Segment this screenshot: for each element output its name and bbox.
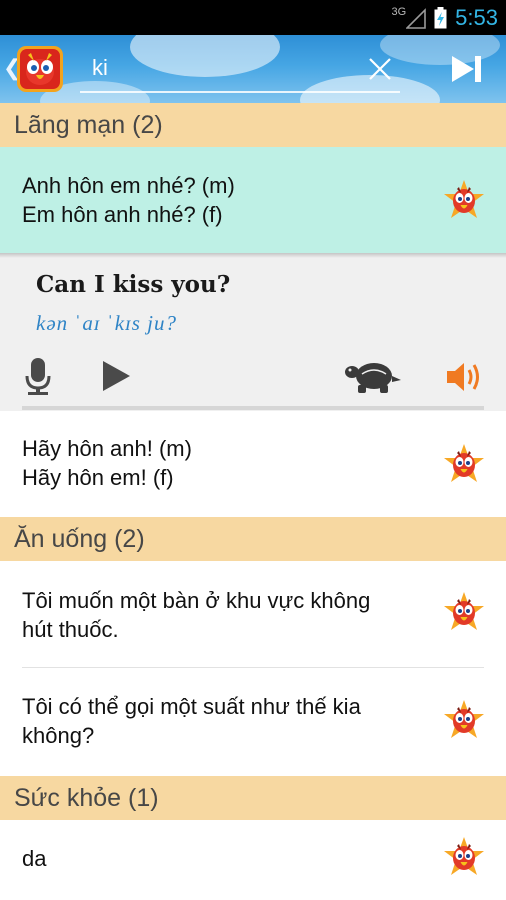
search-input[interactable]: ki: [80, 43, 400, 93]
play-icon[interactable]: [101, 360, 131, 397]
phrase-item-selected[interactable]: Anh hôn em nhé? (m) Em hôn anh nhé? (f): [0, 147, 506, 253]
phrase-line: Anh hôn em nhé? (m): [22, 173, 235, 198]
search-query[interactable]: ki: [92, 55, 108, 81]
mascot-star-icon[interactable]: [442, 179, 486, 223]
phrase-line: Tôi muốn một bàn ở khu vực không: [22, 588, 371, 613]
skip-next-icon[interactable]: [450, 54, 484, 84]
network-type: 3G: [391, 5, 407, 18]
phrase-item[interactable]: Hãy hôn anh! (m) Hãy hôn em! (f): [0, 413, 506, 517]
status-bar: 3G 5:53: [0, 0, 506, 35]
signal-icon: [406, 7, 426, 29]
app-logo-icon[interactable]: [16, 45, 64, 93]
turtle-slow-icon[interactable]: [344, 360, 402, 399]
battery-icon: [434, 6, 447, 29]
mascot-star-icon[interactable]: [442, 836, 486, 880]
phrase-line: Tôi có thể gọi một suất như thế kia: [22, 694, 361, 719]
mascot-star-icon[interactable]: [442, 443, 486, 487]
phrase-item[interactable]: Tôi có thể gọi một suất như thế kia khôn…: [0, 668, 506, 776]
action-bar: ❮ ki: [0, 35, 506, 103]
phrase-line: Em hôn anh nhé? (f): [22, 202, 223, 227]
phrase-line: hút thuốc.: [22, 617, 119, 642]
speaker-icon[interactable]: [446, 359, 484, 400]
phonetic-text: kən ˈaɪ ˈkɪs ju?: [36, 311, 177, 335]
section-header-romance: Lãng mạn (2): [0, 103, 506, 147]
phrase-line: không?: [22, 723, 95, 748]
close-icon[interactable]: [365, 54, 395, 84]
phrase-item[interactable]: Tôi muốn một bàn ở khu vực không hút thu…: [0, 561, 506, 667]
microphone-icon[interactable]: [24, 356, 52, 401]
phrase-line: Hãy hôn anh! (m): [22, 436, 192, 461]
clock: 5:53: [455, 4, 498, 30]
translation-panel: Can I kiss you? kən ˈaɪ ˈkɪs ju?: [0, 253, 506, 411]
phrase-line: da: [22, 846, 47, 871]
panel-shadow: [0, 253, 506, 258]
panel-edge: [22, 406, 484, 410]
section-header-dining: Ăn uống (2): [0, 517, 506, 561]
mascot-star-icon[interactable]: [442, 591, 486, 635]
phrase-line: Hãy hôn em! (f): [22, 465, 174, 490]
section-header-health: Sức khỏe (1): [0, 776, 506, 820]
mascot-star-icon[interactable]: [442, 699, 486, 743]
translation-text: Can I kiss you?: [36, 271, 231, 298]
phrase-item[interactable]: da: [0, 820, 506, 900]
